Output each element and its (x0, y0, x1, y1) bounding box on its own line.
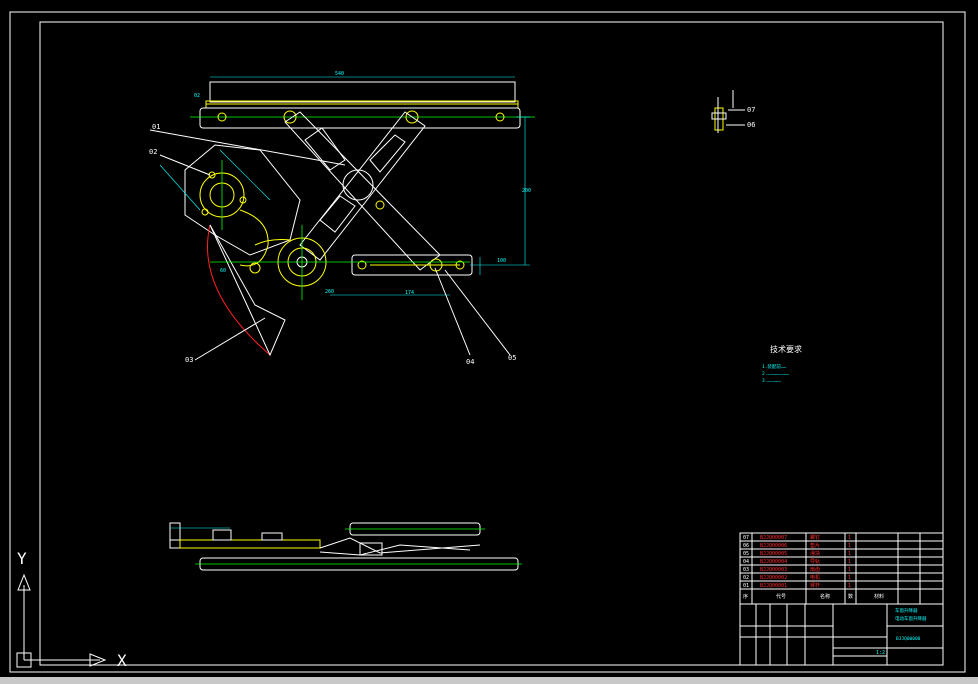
ucs-x-label: X (117, 651, 127, 670)
bom-header-name: 名称 (820, 593, 830, 600)
bom-header-no: 序 (743, 593, 748, 600)
leader-label-02: 02 (149, 148, 157, 156)
leader-label-03: 03 (185, 356, 193, 364)
bom-row-code: BJJQ00005 (760, 551, 787, 557)
bom-row-no: 01 (743, 583, 749, 589)
bom-row-no: 05 (743, 551, 749, 557)
bom-row-code: BJJQ00007 (760, 535, 787, 541)
bom-row-no: 03 (743, 567, 749, 573)
leader-label-01: 01 (152, 123, 160, 131)
title-main: 车窗升降器 (895, 607, 918, 614)
bom-row-qty: 1 (848, 575, 851, 581)
bom-row-qty: 1 (848, 551, 851, 557)
bom-header-mat: 材料 (874, 593, 884, 600)
bom-row-qty: 1 (848, 543, 851, 549)
bom-row-no: 06 (743, 543, 749, 549)
bom-row-code: BJJQ00006 (760, 543, 787, 549)
title-sub: 电动车窗升降器 (895, 615, 927, 622)
drawing-number: BJJQ00000 (896, 636, 921, 642)
bom-row-code: BJJQ00001 (760, 583, 787, 589)
dim-top-width: 540 (335, 71, 344, 77)
bom-row-code: BJJQ00004 (760, 559, 787, 565)
bom-row-name: 臂杆 (810, 582, 820, 589)
ucs-y-label: Y (17, 549, 27, 568)
dim-bottom-60: 60 (220, 268, 226, 274)
bom-row-qty: 1 (848, 567, 851, 573)
tech-req-line-2: 2.…………………… (762, 371, 789, 377)
tech-req-title: 技术要求 (770, 344, 802, 354)
dim-bottom-174: 174 (405, 290, 414, 296)
status-bar (0, 677, 978, 684)
cad-drawing-canvas[interactable]: 01 02 03 04 05 540 02 200 100 174 260 60… (0, 0, 978, 684)
dim-right-height: 200 (522, 188, 531, 194)
leader-label-07: 07 (747, 106, 755, 114)
tech-req-line-3: 3.…………… (762, 378, 781, 384)
bom-header-qty: 数 (848, 593, 853, 600)
detail-view (711, 90, 745, 133)
bom-row-name: 电机 (810, 574, 820, 581)
bom-row-no: 02 (743, 575, 749, 581)
bom-row-name: 滑块 (810, 550, 820, 557)
bom-row-name: 扇齿 (810, 566, 820, 573)
bom-row-name: 导轨 (810, 558, 820, 565)
bom-row-name: 螺钉 (810, 534, 820, 541)
dim-guide-100: 100 (497, 258, 506, 264)
bom-row-name: 垫片 (810, 542, 820, 549)
leader-label-04: 04 (466, 358, 474, 366)
bom-row-no: 04 (743, 559, 749, 565)
bom-row-no: 07 (743, 535, 749, 541)
dim-bottom-260: 260 (325, 289, 334, 295)
leader-label-05: 05 (508, 354, 516, 362)
bom-row-qty: 1 (848, 559, 851, 565)
bom-row-code: BJJQ00002 (760, 575, 787, 581)
bom-row-code: BJJQ00003 (760, 567, 787, 573)
side-view (169, 522, 522, 571)
tech-req-line-1: 1.装配前…… (762, 363, 787, 370)
bom-row-qty: 1 (848, 583, 851, 589)
dim-left-02: 02 (194, 93, 200, 99)
bom-header-code: 代号 (776, 593, 786, 600)
bom-row-qty: 1 (848, 535, 851, 541)
leader-label-06: 06 (747, 121, 755, 129)
main-assembly-view (149, 76, 535, 361)
ucs-axes-icon (16, 573, 107, 668)
drawing-scale: 1:2 (876, 650, 885, 656)
